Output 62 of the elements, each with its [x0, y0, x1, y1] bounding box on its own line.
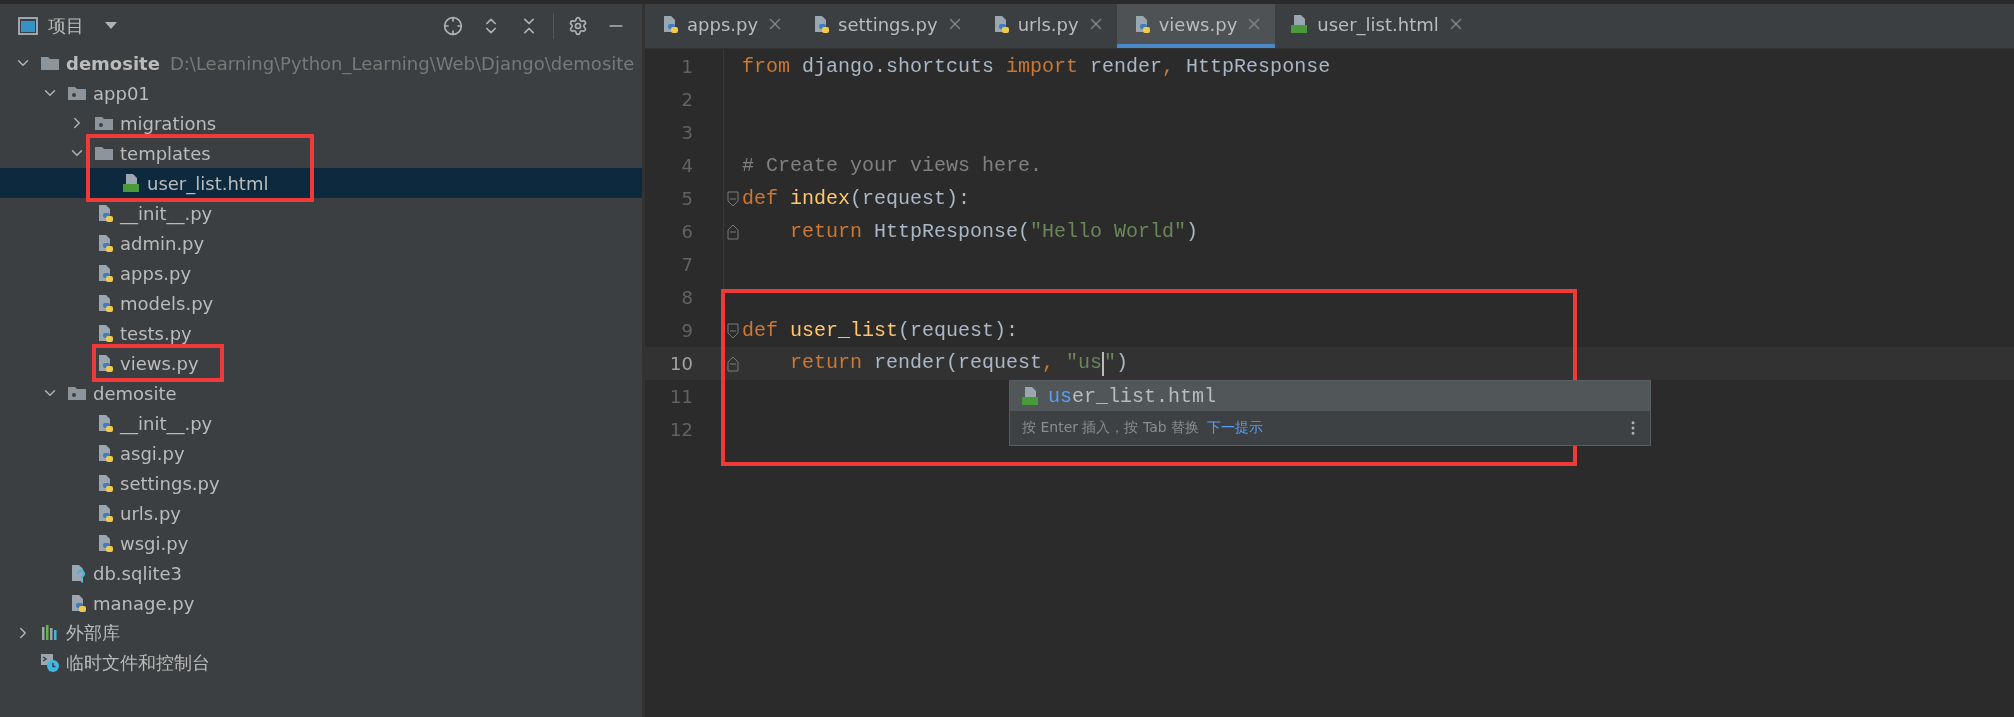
code-line: return render(request, "us") [789, 351, 1129, 376]
tree-item[interactable]: migrations [0, 108, 642, 138]
line-number: 2 [680, 89, 694, 110]
line-number: 1 [680, 56, 694, 77]
tree-item[interactable]: apps.py [0, 258, 642, 288]
fold-marker-icon[interactable] [727, 355, 739, 372]
next-tip-link[interactable]: 下一提示 [1207, 419, 1264, 437]
line-number: 10 [669, 353, 694, 374]
editor-tab[interactable]: apps.py [645, 4, 797, 48]
library-icon [40, 623, 60, 643]
line-number: 6 [680, 221, 694, 242]
panel-title: 项目 [48, 14, 84, 38]
tree-item[interactable]: models.py [0, 288, 642, 318]
tree-item[interactable]: templates [0, 138, 642, 168]
tree-item[interactable]: wsgi.py [0, 528, 642, 558]
completion-hint: 按 Enter 插入，按 Tab 替换 [1022, 419, 1200, 437]
scratch-console-icon [40, 653, 60, 673]
editor-tab[interactable]: views.py [1116, 4, 1276, 48]
tree-item[interactable]: app01 [0, 78, 642, 108]
tree-item[interactable]: settings.py [0, 468, 642, 498]
line-number: 4 [680, 155, 694, 176]
tree-item[interactable]: __init__.py [0, 408, 642, 438]
line-number: 3 [680, 122, 694, 143]
tree-item[interactable]: demosite D:\Learning\Python_Learning\Web\Django\demosite [0, 48, 642, 78]
tree-item[interactable]: 临时文件和控制台 [0, 648, 642, 678]
code-line: def user_list(request): [742, 319, 1019, 342]
tree-item[interactable]: __init__.py [0, 198, 642, 228]
line-number: 7 [680, 254, 694, 275]
html-file-icon [1289, 14, 1310, 34]
tree-item[interactable]: 外部库 [0, 618, 642, 648]
code-line: from django.shortcuts import render, HttpResponse [742, 55, 1331, 78]
fold-marker-icon[interactable] [727, 190, 739, 207]
line-number: 9 [680, 320, 694, 341]
line-number: 12 [669, 419, 694, 440]
line-number: 11 [669, 386, 694, 407]
fold-marker-icon[interactable] [727, 223, 739, 240]
tree-item[interactable]: asgi.py [0, 438, 642, 468]
locate-icon[interactable] [443, 16, 463, 36]
line-number: 5 [680, 188, 694, 209]
tree-item[interactable]: views.py [0, 348, 642, 378]
code-line: return HttpResponse("Hello World") [789, 220, 1199, 243]
completion-item[interactable]: user_list.html [1010, 381, 1650, 411]
editor-tab[interactable]: settings.py [796, 4, 976, 48]
editor-tab[interactable]: user_list.html [1275, 4, 1477, 48]
html-file-icon [121, 173, 141, 193]
tree-item[interactable]: manage.py [0, 588, 642, 618]
html-file-icon [1020, 386, 1040, 406]
project-window-icon [18, 17, 38, 35]
code-line: def index(request): [742, 187, 971, 210]
tree-item[interactable]: user_list.html [0, 168, 642, 198]
settings-icon[interactable] [568, 16, 588, 36]
code-line: # Create your views here. [742, 154, 1043, 177]
line-number: 8 [680, 287, 694, 308]
project-path: D:\Learning\Python_Learning\Web\Django\demosite [169, 52, 635, 74]
dropdown-caret-icon[interactable] [104, 21, 118, 31]
tree-item[interactable]: tests.py [0, 318, 642, 348]
tree-item[interactable]: db.sqlite3 [0, 558, 642, 588]
fold-marker-icon[interactable] [727, 322, 739, 339]
editor-tab[interactable]: urls.py [975, 4, 1117, 48]
tree-item[interactable]: demosite [0, 378, 642, 408]
tree-item[interactable]: urls.py [0, 498, 642, 528]
tree-item[interactable]: admin.py [0, 228, 642, 258]
